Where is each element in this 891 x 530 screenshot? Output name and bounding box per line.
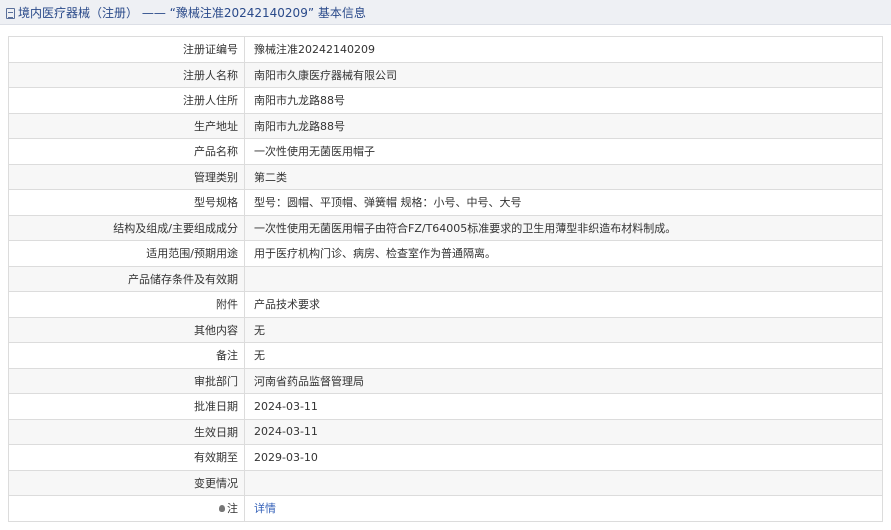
table-row: 结构及组成/主要组成成分 一次性使用无菌医用帽子由符合FZ/T64005标准要求的… [8,214,883,241]
field-label: 结构及组成/主要组成成分 [8,214,245,241]
page-header: 境内医疗器械（注册） —— “豫械注准20242140209” 基本信息 [0,0,891,25]
field-value: 南阳市九龙路88号 [244,112,883,139]
details-link[interactable]: 详情 [254,502,276,515]
table-row: 变更情况 [8,469,883,496]
info-table-body: 注册证编号 豫械注准20242140209 注册人名称 南阳市久康医疗器械有限公司 注册… [8,36,883,522]
table-row: 产品名称 一次性使用无菌医用帽子 [8,138,883,165]
field-label: 产品储存条件及有效期 [8,265,245,292]
table-row: 生效日期 2024-03-11 [8,418,883,445]
field-label: 生效日期 [8,418,245,445]
info-table: 注册证编号 豫械注准20242140209 注册人名称 南阳市久康医疗器械有限公司 注册… [8,36,883,522]
table-row: 有效期至 2029-03-10 [8,444,883,471]
table-row: 备注无 [8,342,883,369]
field-label: 注册证编号 [8,36,245,63]
field-value: 第二类 [244,163,883,190]
field-label: 附件 [8,291,245,318]
table-row: 型号规格 型号：圆帽、平顶帽、弹簧帽 规格：小号、中号、大号 [8,189,883,216]
field-label: 管理类别 [8,163,245,190]
field-label: 注册人住所 [8,87,245,114]
field-value: 无 [244,342,883,369]
field-value: 豫械注准20242140209 [244,36,883,63]
field-value: 2029-03-10 [244,444,883,471]
table-row: 审批部门 河南省药品监督管理局 [8,367,883,394]
lightbulb-icon [219,505,225,513]
field-value: 南阳市久康医疗器械有限公司 [244,61,883,88]
note-row: 注 详情 [8,495,883,522]
field-label: 其他内容 [8,316,245,343]
field-label: 备注 [8,342,245,369]
header-title: 境内医疗器械（注册） —— “豫械注准20242140209” 基本信息 [18,5,366,20]
field-value: 产品技术要求 [244,291,883,318]
field-value [244,469,883,496]
table-row: 适用范围/预期用途 用于医疗机构门诊、病房、检查室作为普通隔离。 [8,240,883,267]
field-label: 有效期至 [8,444,245,471]
field-label: 生产地址 [8,112,245,139]
field-label: 产品名称 [8,138,245,165]
field-value [244,265,883,292]
field-label: 注册人名称 [8,61,245,88]
field-value: 用于医疗机构门诊、病房、检查室作为普通隔离。 [244,240,883,267]
table-row: 注册人名称 南阳市久康医疗器械有限公司 [8,61,883,88]
table-row: 附件 产品技术要求 [8,291,883,318]
table-row: 生产地址 南阳市九龙路88号 [8,112,883,139]
field-label: 型号规格 [8,189,245,216]
table-row: 产品储存条件及有效期 [8,265,883,292]
field-label: 批准日期 [8,393,245,420]
document-icon [6,7,15,19]
field-label: 适用范围/预期用途 [8,240,245,267]
field-value: 2024-03-11 [244,393,883,420]
note-value-cell: 详情 [244,495,883,522]
note-label: 注 [227,502,238,516]
table-row: 管理类别 第二类 [8,163,883,190]
field-label: 变更情况 [8,469,245,496]
note-label-cell: 注 [8,495,245,522]
table-row: 注册证编号 豫械注准20242140209 [8,36,883,63]
table-row: 其他内容无 [8,316,883,343]
field-value: 一次性使用无菌医用帽子由符合FZ/T64005标准要求的卫生用薄型非织造布材料制… [244,214,883,241]
field-value: 2024-03-11 [244,418,883,445]
field-value: 型号：圆帽、平顶帽、弹簧帽 规格：小号、中号、大号 [244,189,883,216]
field-value: 无 [244,316,883,343]
field-value: 一次性使用无菌医用帽子 [244,138,883,165]
field-value: 南阳市九龙路88号 [244,87,883,114]
field-label: 审批部门 [8,367,245,394]
table-row: 批准日期 2024-03-11 [8,393,883,420]
field-value: 河南省药品监督管理局 [244,367,883,394]
table-row: 注册人住所 南阳市九龙路88号 [8,87,883,114]
